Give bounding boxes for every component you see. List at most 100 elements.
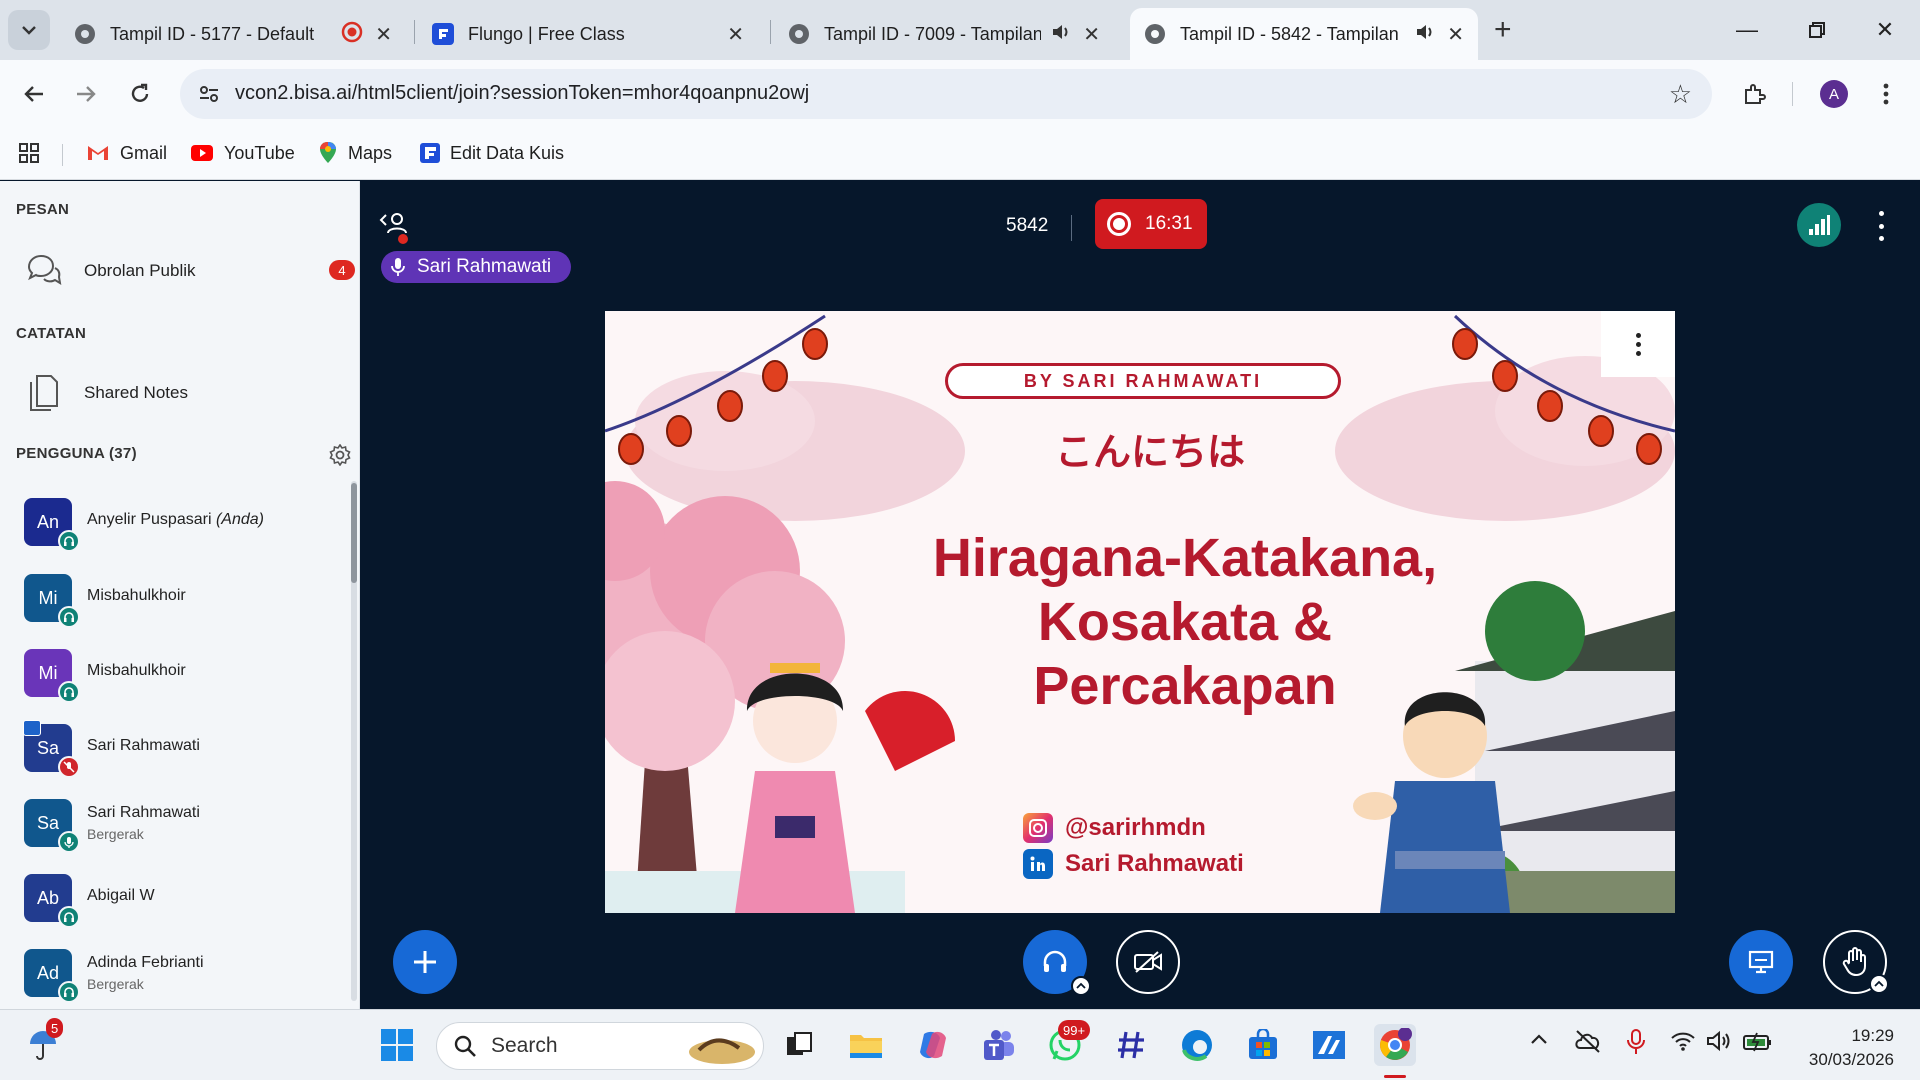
site-settings-icon[interactable] xyxy=(198,83,220,110)
notes-section-title: CATATAN xyxy=(16,325,87,342)
chevron-up-icon[interactable] xyxy=(1071,976,1091,996)
microsoft-store-icon[interactable] xyxy=(1242,1024,1284,1066)
shared-notes-item[interactable]: Shared Notes xyxy=(24,371,188,415)
show-hidden-icons-chevron[interactable] xyxy=(1530,1032,1548,1051)
tab-2[interactable]: Flungo | Free Class ✕ xyxy=(418,8,758,60)
new-tab-button[interactable]: + xyxy=(1494,14,1512,46)
user-settings-gear-icon[interactable] xyxy=(329,443,351,471)
slack-hash-icon[interactable] xyxy=(1110,1024,1152,1066)
chevron-down-icon xyxy=(22,26,36,35)
chrome-icon[interactable] xyxy=(1374,1024,1416,1066)
headphones-icon xyxy=(1043,950,1067,972)
camera-off-button[interactable] xyxy=(1116,930,1180,994)
user-row[interactable]: Ad Adinda Febrianti Bergerak xyxy=(24,945,334,1003)
unread-count-badge: 4 xyxy=(329,260,355,280)
audio-button[interactable] xyxy=(1023,930,1091,996)
task-view-icon[interactable] xyxy=(778,1024,820,1066)
apps-grid-icon xyxy=(19,143,39,163)
battery-charging-icon[interactable] xyxy=(1742,1032,1774,1057)
bookmark-gmail[interactable]: Gmail xyxy=(86,138,167,168)
search-highlight-image xyxy=(689,1038,755,1064)
connection-status-button[interactable] xyxy=(1797,203,1841,247)
public-chat-item[interactable]: Obrolan Publik xyxy=(24,249,196,293)
actions-plus-button[interactable] xyxy=(393,930,457,994)
search-placeholder: Search xyxy=(491,1034,558,1057)
recording-indicator[interactable]: 16:31 xyxy=(1095,199,1207,249)
minimize-button[interactable]: — xyxy=(1724,12,1770,48)
record-icon xyxy=(1107,212,1131,236)
extensions-button[interactable] xyxy=(1736,76,1772,112)
mic-muted-icon xyxy=(58,756,80,778)
raise-hand-button[interactable] xyxy=(1823,930,1889,994)
tab-4-active[interactable]: Tampil ID - 5842 - Tampilan ✕ xyxy=(1130,8,1478,60)
wifi-icon[interactable] xyxy=(1670,1030,1696,1057)
tab-1[interactable]: Tampil ID - 5177 - Default ✕ xyxy=(60,8,406,60)
chevron-up-icon[interactable] xyxy=(1869,974,1889,994)
onedrive-offline-icon[interactable] xyxy=(1574,1028,1602,1059)
talking-indicator: Sari Rahmawati xyxy=(381,251,572,283)
headphones-icon xyxy=(58,681,80,703)
start-button[interactable] xyxy=(376,1024,418,1066)
tab-strip: Tampil ID - 5177 - Default ✕ Flungo | Fr… xyxy=(0,0,1920,60)
puzzle-icon xyxy=(1745,84,1766,104)
speaker-icon[interactable] xyxy=(1051,23,1071,46)
taskbar-search[interactable]: Search xyxy=(436,1022,764,1070)
address-bar[interactable]: vcon2.bisa.ai/html5client/join?sessionTo… xyxy=(180,69,1712,119)
volume-icon[interactable] xyxy=(1706,1030,1732,1057)
toggle-user-list-button[interactable] xyxy=(379,211,415,256)
bookmark-youtube[interactable]: YouTube xyxy=(190,138,295,168)
user-name: Anyelir Puspasari (Anda) xyxy=(87,511,264,528)
slide-title: Hiragana-Katakana, Kosakata & Percakapan xyxy=(932,528,1438,716)
edge-browser-icon[interactable] xyxy=(1176,1024,1218,1066)
bookmark-maps[interactable]: Maps xyxy=(318,138,392,168)
tab-3[interactable]: Tampil ID - 7009 - Tampilan ✕ xyxy=(774,8,1114,60)
presentation-toggle-button[interactable] xyxy=(1729,930,1793,994)
messages-section-title: PESAN xyxy=(16,201,70,218)
instagram-icon xyxy=(1023,813,1053,843)
profile-avatar[interactable]: A xyxy=(1820,80,1848,108)
clock-time: 19:29 xyxy=(1851,1026,1894,1045)
url-text[interactable]: vcon2.bisa.ai/html5client/join?sessionTo… xyxy=(235,82,809,105)
slide-byline: BY SARI RAHMAWATI xyxy=(945,363,1341,399)
tab-search-button[interactable] xyxy=(8,10,50,50)
azure-app-icon[interactable] xyxy=(1308,1024,1350,1066)
teams-icon[interactable] xyxy=(978,1024,1020,1066)
plus-icon xyxy=(414,951,436,973)
close-tab-icon[interactable]: ✕ xyxy=(1083,22,1100,47)
user-row[interactable]: Mi Misbahulkhoir xyxy=(24,570,334,628)
close-tab-icon[interactable]: ✕ xyxy=(1447,22,1464,47)
apps-button[interactable] xyxy=(18,138,40,168)
back-button[interactable] xyxy=(16,76,52,112)
browser-toolbar: vcon2.bisa.ai/html5client/join?sessionTo… xyxy=(0,60,1920,128)
browser-menu-button[interactable] xyxy=(1868,76,1904,112)
file-explorer-icon[interactable] xyxy=(845,1024,887,1066)
user-row[interactable]: Sa Sari Rahmawati xyxy=(23,720,334,778)
windows-taskbar: 5 Search 99+ 19:29 30/03/2026 xyxy=(0,1009,1920,1080)
reload-button[interactable] xyxy=(122,76,158,112)
tab-title: Tampil ID - 7009 - Tampilan xyxy=(824,23,1042,44)
system-clock[interactable]: 19:29 30/03/2026 xyxy=(1776,1024,1894,1072)
bookmark-edit-data-kuis[interactable]: Edit Data Kuis xyxy=(420,138,564,168)
forward-button[interactable] xyxy=(68,76,104,112)
options-menu-icon[interactable] xyxy=(1871,211,1891,241)
user-row[interactable]: An Anyelir Puspasari (Anda) xyxy=(24,494,334,552)
copilot-icon[interactable] xyxy=(912,1024,954,1066)
restore-button[interactable] xyxy=(1794,12,1840,48)
speaker-icon[interactable] xyxy=(1415,23,1435,46)
slide-options-icon[interactable] xyxy=(1601,311,1675,377)
close-window-button[interactable]: ✕ xyxy=(1862,12,1908,48)
user-row[interactable]: Ab Abigail W xyxy=(24,870,334,928)
bookmark-label: Gmail xyxy=(120,142,168,163)
close-tab-icon[interactable]: ✕ xyxy=(727,22,744,47)
scrollbar-thumb[interactable] xyxy=(351,483,357,583)
whatsapp-badge: 99+ xyxy=(1058,1020,1091,1040)
user-row[interactable]: Sa Sari Rahmawati Bergerak xyxy=(24,795,334,853)
close-tab-icon[interactable]: ✕ xyxy=(375,22,392,47)
microphone-in-use-icon[interactable] xyxy=(1626,1028,1646,1061)
session-id: 5842 xyxy=(1006,215,1049,236)
user-row[interactable]: Mi Misbahulkhoir xyxy=(24,645,334,703)
bookmark-star-icon[interactable]: ☆ xyxy=(1669,79,1692,110)
globe-icon xyxy=(788,23,810,45)
instagram-handle: @sarirhmdn xyxy=(1023,813,1206,843)
chat-bubbles-icon xyxy=(24,253,64,289)
